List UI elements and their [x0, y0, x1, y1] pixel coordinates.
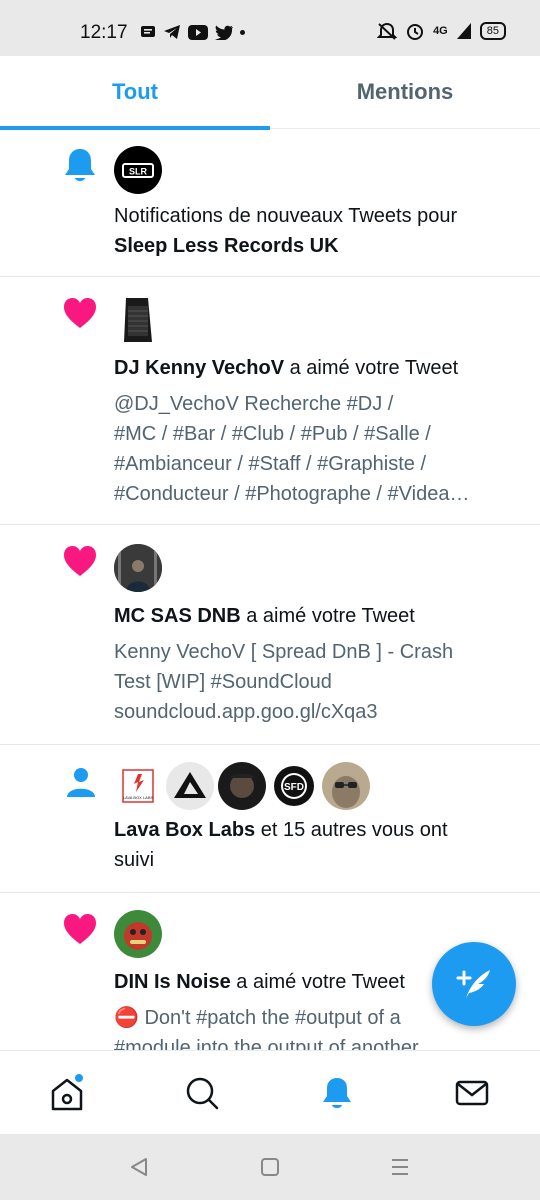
twitter-bird-icon — [215, 25, 233, 40]
network-indicator: 4G — [433, 25, 448, 37]
avatar[interactable] — [114, 544, 162, 592]
notification-item[interactable]: LAVA BOX LABS SFD Lava Box Labs et 15 au… — [0, 744, 540, 893]
heart-icon — [64, 298, 96, 328]
nav-search[interactable] — [178, 1069, 226, 1117]
telegram-icon — [164, 25, 180, 39]
account-name[interactable]: DIN Is Noise — [114, 971, 231, 993]
notification-item[interactable]: DJ Kenny VechoV a aimé votre Tweet @DJ_V… — [0, 276, 540, 525]
tweet-preview[interactable]: Kenny VechoV [ Spread DnB ] - Crash Test… — [114, 637, 516, 727]
search-icon — [186, 1077, 219, 1110]
avatar[interactable] — [166, 762, 214, 810]
notification-action: a aimé votre Tweet — [289, 357, 459, 379]
tweet-line: #Ambianceur / #Staff / #Graphiste / — [114, 453, 427, 475]
nav-home[interactable] — [43, 1069, 91, 1117]
avatar[interactable]: SLR — [114, 146, 162, 194]
tab-mentions[interactable]: Mentions — [270, 56, 540, 128]
avatar[interactable] — [218, 762, 266, 810]
lava-box-labs-logo: LAVA BOX LABS — [122, 769, 154, 803]
tweet-line: @DJ_VechoV Recherche #DJ / — [114, 393, 394, 415]
signal-icon — [456, 23, 471, 39]
tweet-line: Test [WIP] #SoundCloud — [114, 671, 332, 693]
notification-text: MC SAS DNB a aimé votre Tweet — [114, 601, 520, 631]
account-name[interactable]: Lava Box Labs — [114, 819, 255, 841]
notification-action: a aimé votre Tweet — [246, 605, 415, 627]
status-system-icons: 4G 85 — [377, 22, 506, 40]
person-photo-avatar — [114, 544, 162, 592]
sleep-less-records-logo: SLR — [122, 163, 154, 178]
nav-messages[interactable] — [448, 1069, 496, 1117]
notification-text: DJ Kenny VechoV a aimé votre Tweet — [114, 353, 520, 383]
notification-action: suivi — [114, 849, 155, 871]
back-icon[interactable] — [128, 1156, 150, 1178]
speaker-avatar-image — [124, 298, 152, 342]
avatar[interactable] — [114, 296, 162, 344]
bell-icon — [65, 149, 95, 181]
status-app-icons — [140, 24, 245, 40]
home-button-icon[interactable] — [260, 1157, 280, 1177]
messages-app-icon — [141, 26, 155, 37]
recents-icon[interactable] — [389, 1157, 411, 1177]
tweet-line: #module into the output of another — [114, 1037, 419, 1050]
avatar[interactable] — [322, 762, 370, 810]
notification-text: Notifications de nouveaux Tweets pour Sl… — [114, 201, 520, 261]
triangle-logo-avatar — [174, 772, 206, 798]
messages-icon — [455, 1080, 489, 1106]
dog-photo-avatar — [332, 776, 360, 808]
tweet-line: #MC / #Bar / #Club / #Pub / #Salle / — [114, 423, 431, 445]
nav-notifications[interactable] — [313, 1069, 361, 1117]
bottom-navigation — [0, 1050, 540, 1135]
svg-text:LAVA BOX LABS: LAVA BOX LABS — [123, 795, 154, 800]
heart-icon — [64, 546, 96, 576]
notification-prefix: Notifications de nouveaux Tweets pour — [114, 205, 458, 227]
mute-icon — [377, 22, 398, 40]
notification-action: a aimé votre Tweet — [236, 971, 405, 993]
account-name[interactable]: DJ Kenny VechoV — [114, 357, 284, 379]
tab-all[interactable]: Tout — [0, 56, 270, 128]
notification-item[interactable]: MC SAS DNB a aimé votre Tweet Kenny Vech… — [0, 524, 540, 745]
notification-action: et 15 autres vous ont — [260, 819, 448, 841]
alarm-icon — [407, 24, 424, 40]
notifications-icon — [323, 1078, 351, 1108]
tweet-line: #Conducteur / #Photographe / #Videa… — [114, 483, 470, 505]
notification-text: Lava Box Labs et 15 autres vous ont suiv… — [114, 815, 520, 875]
tweet-preview[interactable]: @DJ_VechoV Recherche #DJ / #MC / #Bar / … — [114, 389, 516, 509]
tweet-line: soundcloud.app.goo.gl/cXqa3 — [114, 701, 378, 723]
status-time: 12:17 — [80, 22, 128, 43]
avatar[interactable]: SFD — [270, 762, 318, 810]
system-navigation-bar — [0, 1134, 540, 1200]
battery-indicator: 85 — [479, 22, 506, 40]
account-name[interactable]: Sleep Less Records UK — [114, 235, 339, 257]
tweet-line: Kenny VechoV [ Spread DnB ] - Crash — [114, 641, 454, 663]
compose-tweet-button[interactable] — [432, 942, 516, 1026]
person-photo-avatar — [124, 922, 152, 950]
person-icon — [67, 768, 95, 797]
youtube-icon — [188, 24, 208, 40]
more-dot-icon — [240, 29, 245, 35]
notification-tabs: Tout Mentions — [0, 56, 540, 130]
avatar[interactable] — [114, 910, 162, 958]
person-photo-avatar — [230, 773, 254, 798]
sfd-logo-avatar: SFD — [274, 766, 314, 806]
svg-text:SLR: SLR — [129, 167, 148, 177]
home-icon — [51, 1074, 83, 1111]
compose-tweet-icon — [456, 970, 490, 998]
status-bar: 12:17 4G 85 — [0, 0, 540, 56]
account-name[interactable]: MC SAS DNB — [114, 605, 241, 627]
notification-item[interactable]: SLR Notifications de nouveaux Tweets pou… — [0, 130, 540, 277]
svg-text:SFD: SFD — [284, 782, 304, 793]
avatar[interactable]: LAVA BOX LABS — [114, 762, 162, 810]
heart-icon — [64, 914, 96, 944]
notifications-feed[interactable]: SLR Notifications de nouveaux Tweets pou… — [0, 130, 540, 1050]
